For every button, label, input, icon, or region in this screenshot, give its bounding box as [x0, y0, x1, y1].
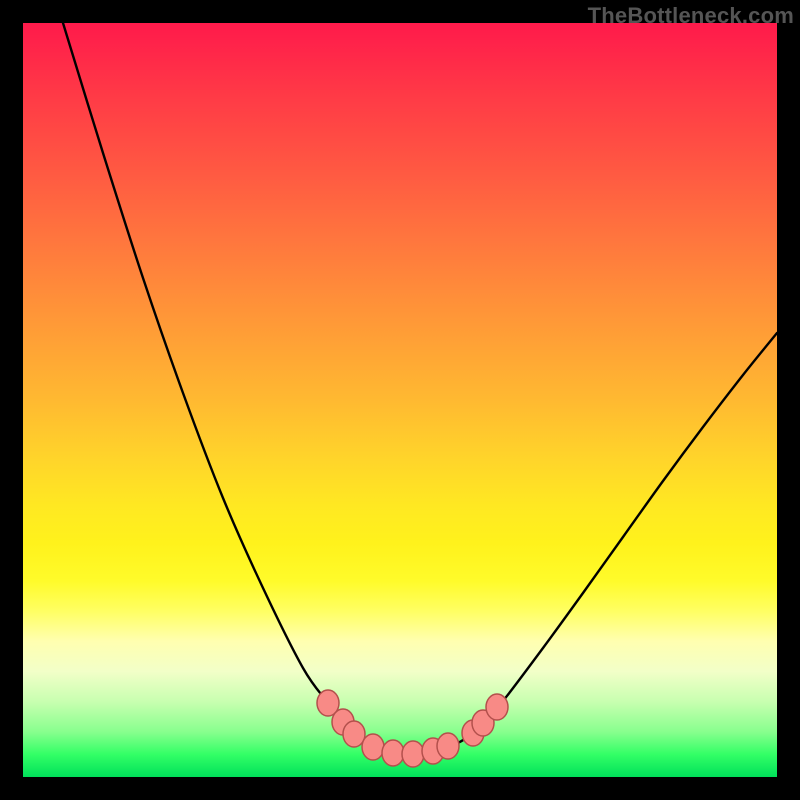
marker-dot [402, 741, 424, 767]
marker-group [317, 690, 508, 767]
marker-dot [437, 733, 459, 759]
marker-dot [362, 734, 384, 760]
chart-frame: TheBottleneck.com [0, 0, 800, 800]
marker-dot [486, 694, 508, 720]
chart-plot-area [23, 23, 777, 777]
marker-dot [382, 740, 404, 766]
bottleneck-curve [63, 23, 777, 754]
chart-svg [23, 23, 777, 777]
watermark-text: TheBottleneck.com [588, 3, 794, 29]
